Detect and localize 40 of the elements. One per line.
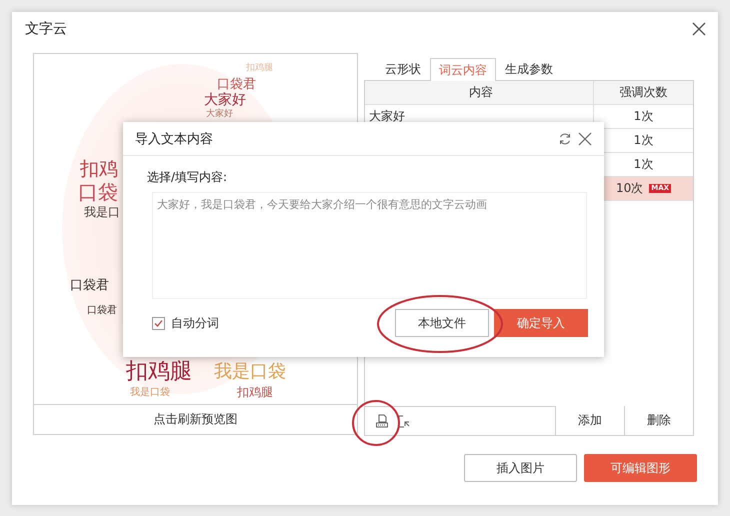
text-input-field[interactable]: 大家好，我是口袋君，今天要给大家介绍一个很有意思的文字云动画 [152,192,587,299]
cloud-word: 大家好 [204,93,246,107]
cloud-word: 口袋君 [87,306,117,316]
export-icon[interactable] [397,414,411,428]
dialog-button[interactable]: 确定导入 [494,309,588,337]
footer-button[interactable]: 插入图片 [464,454,577,482]
toolbar-button[interactable]: 添加 [555,406,624,435]
table-cell: 10次 [616,180,644,197]
cloud-word: 扣鸡 [80,160,118,179]
annotation-ellipse [351,399,401,447]
cloud-word: 扣鸡腿 [237,386,273,398]
dialog-button[interactable]: 本地文件 [395,309,489,337]
footer-button[interactable]: 可编辑图形 [584,454,697,482]
toolbar-button[interactable]: 删除 [624,406,693,435]
table-cell: 大家好 [369,109,405,123]
refresh-icon[interactable] [558,132,572,146]
window-title: 文字云 [25,20,67,38]
import-file-icon[interactable] [375,414,389,428]
cloud-word: 我是口袋 [214,363,286,381]
checkbox[interactable] [152,316,165,330]
table-cell: 1次 [634,108,654,125]
cloud-word: 大家好 [206,110,233,119]
table-cell: 1次 [634,132,654,149]
cloud-word: 我是口袋 [130,388,170,398]
close-icon[interactable] [691,21,707,37]
checkbox-label: 自动分词 [171,314,219,332]
table-cell: 1次 [634,156,654,173]
dialog-title: 导入文本内容 [135,130,214,148]
cloud-word: 口袋君 [217,78,256,91]
cloud-word: 扣鸡腿 [246,64,273,73]
cloud-word: 扣鸡腿 [126,361,192,383]
column-header: 强调次数 [593,81,693,104]
cloud-word: 口袋 [78,182,118,202]
cloud-word: 口袋君 [70,279,109,292]
field-label: 选择/填写内容: [147,169,228,186]
cloud-word: 我是口 [84,206,120,218]
tab[interactable]: 云形状 [376,57,430,80]
column-header: 内容 [468,84,494,101]
close-icon[interactable] [578,132,592,146]
tab[interactable]: 生成参数 [496,57,562,80]
